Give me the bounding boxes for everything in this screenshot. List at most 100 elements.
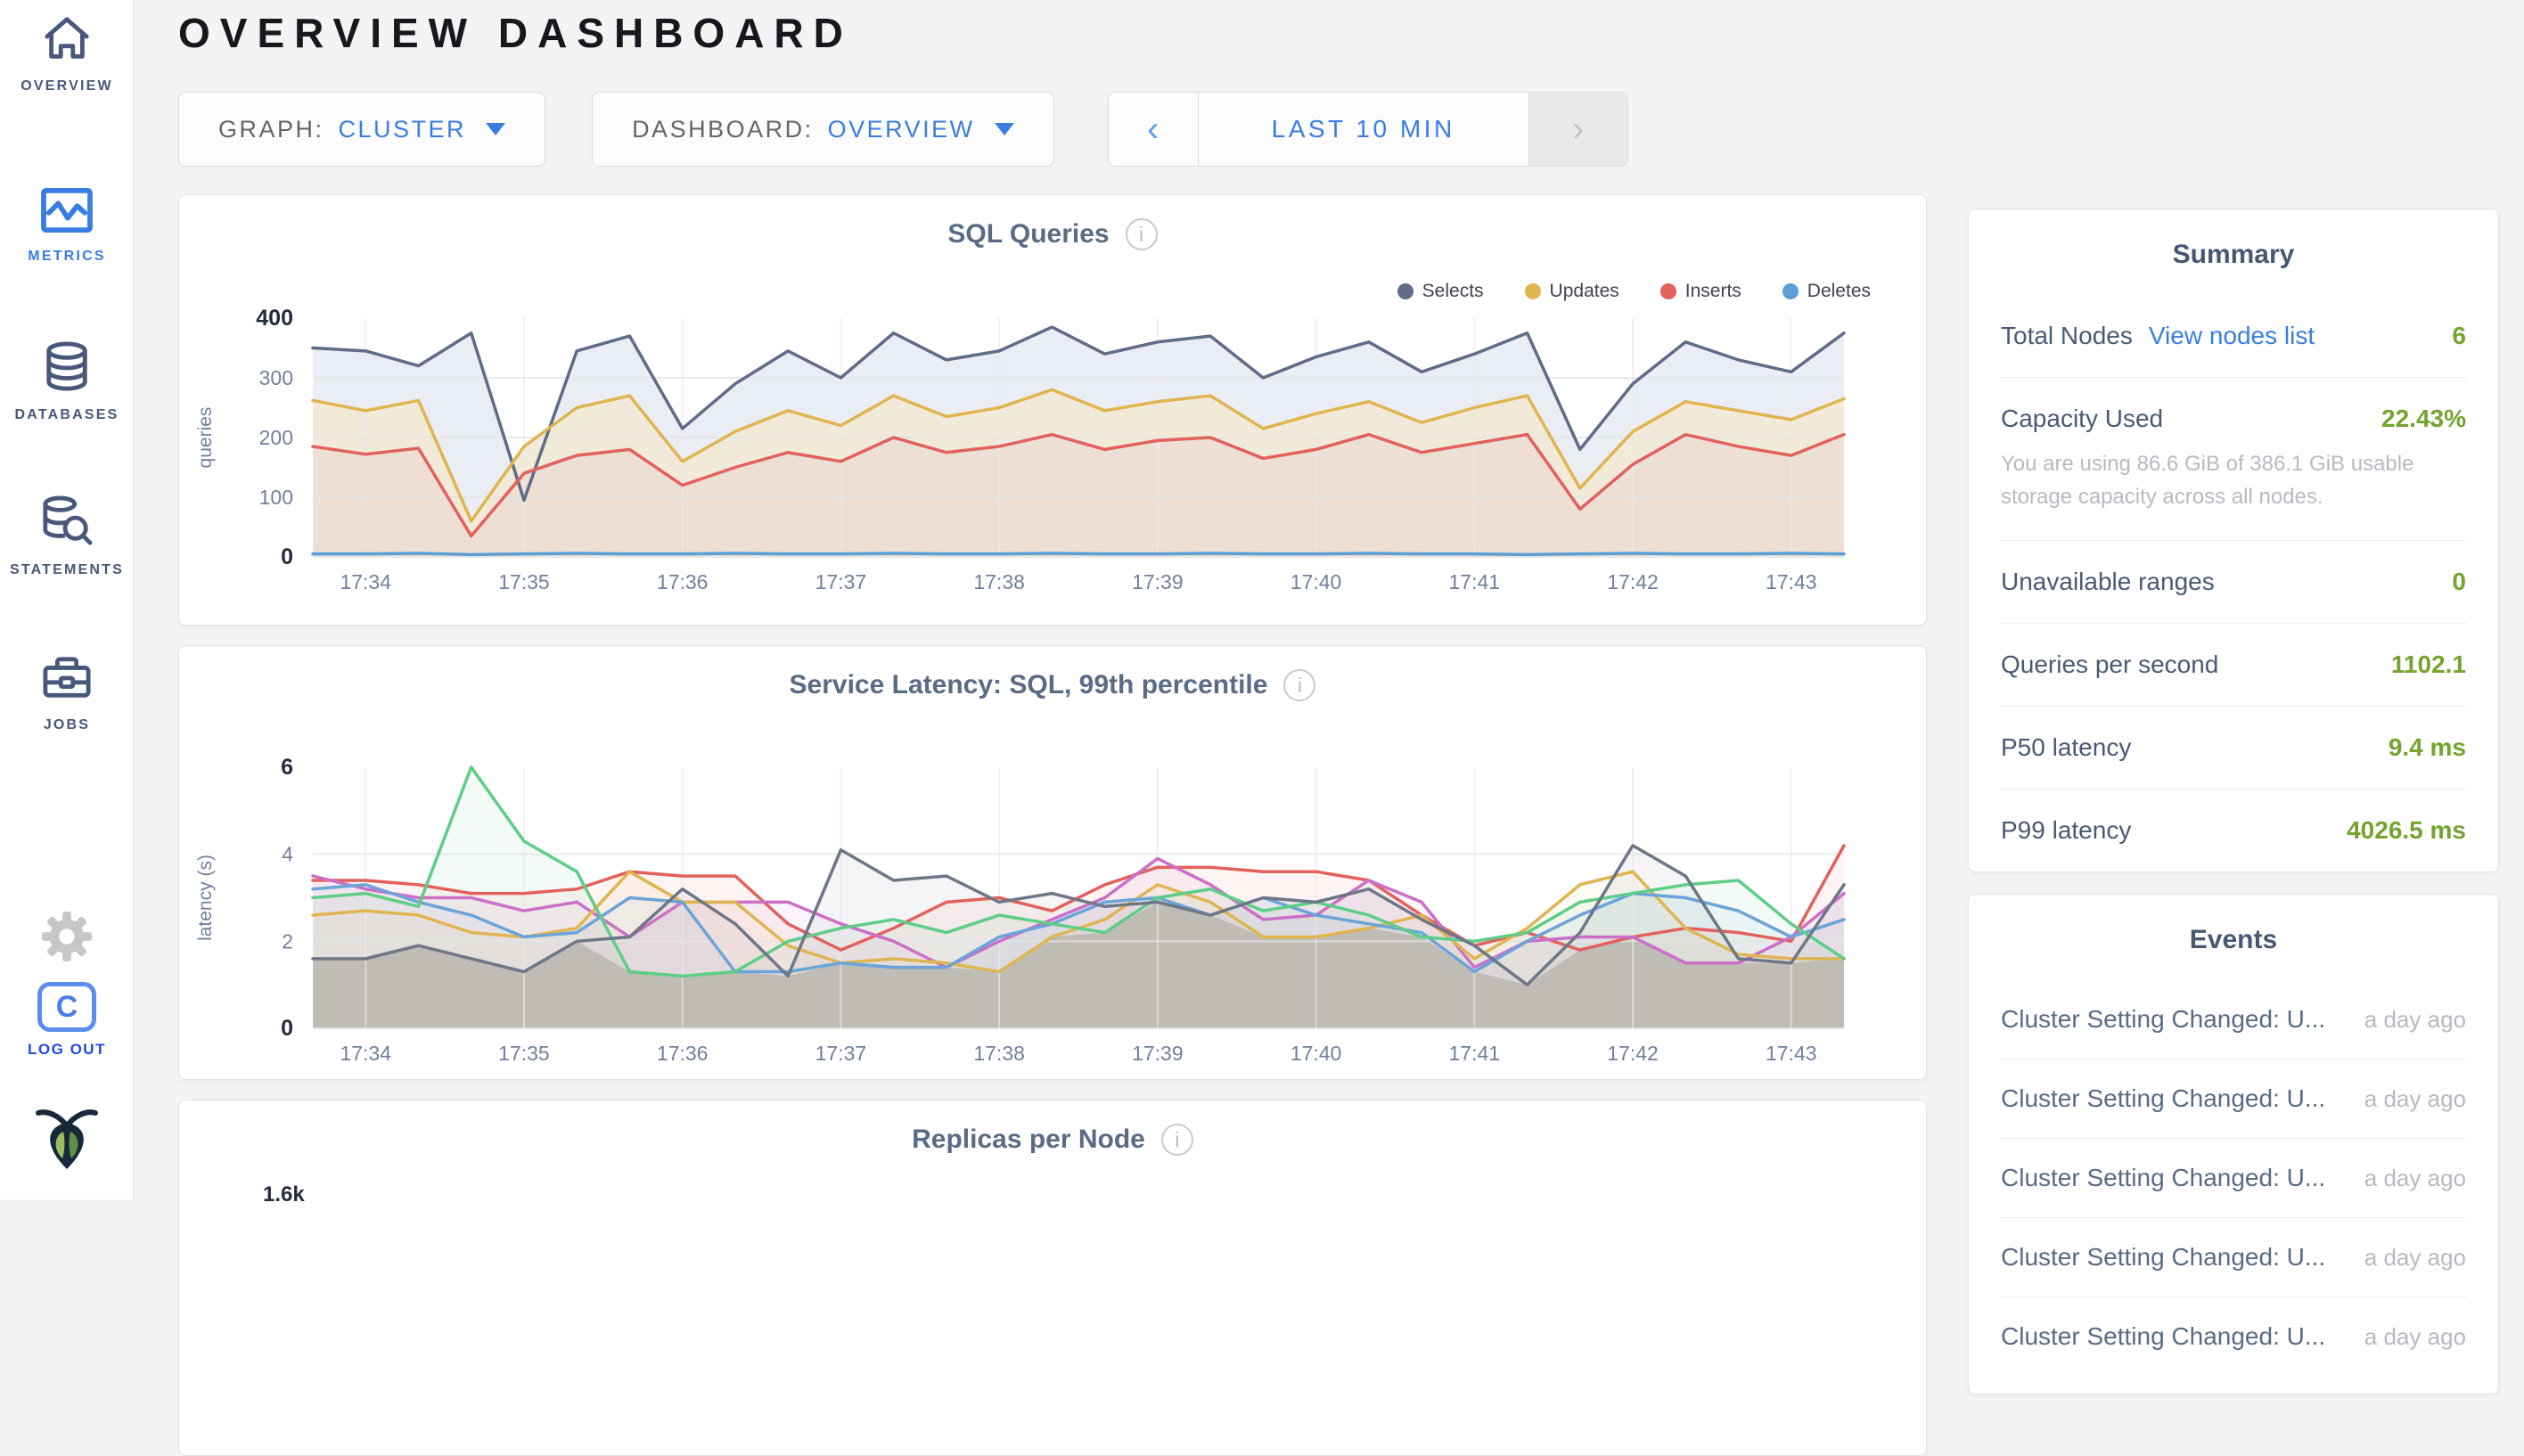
svg-text:17:34: 17:34 — [340, 570, 391, 593]
chevron-right-icon: › — [1572, 110, 1584, 150]
sidebar-item-label: OVERVIEW — [0, 78, 134, 94]
gear-icon — [41, 951, 93, 966]
legend-label: Deletes — [1807, 281, 1871, 302]
summary-title: Summary — [2001, 209, 2466, 295]
summary-row-value: 6 — [2452, 322, 2466, 350]
databases-icon — [43, 340, 91, 397]
event-row: Cluster Setting Changed: U... a day ago — [2001, 1139, 2466, 1218]
legend-dot-icon — [1660, 283, 1676, 299]
svg-text:300: 300 — [259, 366, 293, 389]
charts-column: SQL Queries i Selects Updates Inserts Delet… — [178, 194, 1927, 1456]
summary-row-label: P50 latency — [2001, 733, 2131, 761]
svg-text:17:35: 17:35 — [498, 570, 550, 593]
time-range-prev-button[interactable]: ‹ — [1109, 93, 1198, 166]
sidebar-item-databases[interactable]: DATABASES — [0, 340, 134, 423]
dashboard-dropdown[interactable]: DASHBOARD: OVERVIEW — [592, 92, 1054, 167]
statements-icon — [39, 495, 94, 552]
summary-row-label: Unavailable ranges — [2001, 568, 2215, 595]
svg-text:17:39: 17:39 — [1132, 1042, 1184, 1065]
summary-row-label: P99 latency — [2001, 816, 2131, 844]
sql-queries-card: SQL Queries i Selects Updates Inserts Delet… — [178, 194, 1927, 626]
svg-text:400: 400 — [256, 306, 293, 331]
graph-dropdown-value: CLUSTER — [339, 116, 467, 143]
legend-item[interactable]: Inserts — [1660, 281, 1741, 302]
cockroach-c-icon: C — [37, 982, 96, 1032]
chart-legend: Selects Updates Inserts Deletes — [1397, 281, 1871, 302]
legend-dot-icon — [1525, 283, 1541, 299]
sidebar-item-label: JOBS — [0, 717, 134, 733]
summary-panel: Summary Total NodesView nodes list6Capac… — [1968, 209, 2499, 872]
event-row: Cluster Setting Changed: U...a day ago — [2001, 1059, 2466, 1139]
summary-row-value: 22.43% — [2381, 405, 2466, 433]
graph-dropdown[interactable]: GRAPH: CLUSTER — [178, 92, 545, 167]
chart-title: Replicas per Node — [912, 1125, 1145, 1155]
summary-row: P50 latency 9.4 ms — [2001, 707, 2466, 789]
sidebar-item-statements[interactable]: STATEMENTS — [0, 495, 134, 578]
summary-row: P99 latency 4026.5 ms — [2001, 789, 2466, 871]
sidebar-item-label: METRICS — [0, 249, 134, 265]
svg-text:queries: queries — [195, 407, 216, 469]
dashboard-dropdown-label: DASHBOARD: — [632, 116, 814, 143]
legend-item[interactable]: Updates — [1525, 281, 1619, 302]
logout-label: LOG OUT — [0, 1041, 134, 1059]
dashboard-dropdown-value: OVERVIEW — [828, 116, 975, 143]
legend-item[interactable]: Selects — [1397, 281, 1484, 302]
svg-text:17:43: 17:43 — [1766, 1042, 1817, 1065]
legend-label: Inserts — [1685, 281, 1741, 302]
events-title: Events — [2001, 895, 2466, 980]
summary-row: Total NodesView nodes list6 — [2001, 295, 2466, 378]
sidebar-item-overview[interactable]: OVERVIEW — [0, 13, 134, 94]
view-nodes-list-link[interactable]: View nodes list — [2149, 322, 2315, 349]
legend-dot-icon — [1397, 283, 1414, 299]
service-latency-chart[interactable]: 024617:3417:3517:3617:3717:3817:3917:401… — [179, 732, 1926, 1067]
svg-text:17:39: 17:39 — [1132, 570, 1184, 593]
cockroach-logo[interactable] — [0, 1103, 134, 1177]
svg-text:17:37: 17:37 — [815, 570, 867, 593]
summary-row-label: Capacity Used — [2001, 405, 2163, 432]
chart-title: SQL Queries — [947, 219, 1109, 249]
legend-dot-icon — [1782, 283, 1799, 299]
legend-label: Updates — [1550, 281, 1619, 302]
metrics-icon — [40, 187, 94, 238]
sql-queries-chart[interactable]: 010020030040017:3417:3517:3617:3717:3817… — [179, 258, 1926, 596]
info-icon[interactable]: i — [1161, 1124, 1193, 1156]
chart-title: Service Latency: SQL, 99th percentile — [790, 670, 1268, 700]
svg-text:17:42: 17:42 — [1607, 1042, 1659, 1065]
time-range-value[interactable]: LAST 10 MIN — [1198, 93, 1529, 166]
svg-text:17:43: 17:43 — [1766, 570, 1817, 593]
svg-text:17:36: 17:36 — [657, 1042, 709, 1065]
logout-button[interactable]: C LOG OUT — [0, 982, 134, 1059]
svg-text:17:41: 17:41 — [1449, 570, 1501, 593]
summary-row: Queries per second1102.1 — [2001, 624, 2466, 707]
svg-text:0: 0 — [281, 1016, 293, 1041]
sidebar-item-jobs[interactable]: JOBS — [0, 654, 134, 733]
info-icon[interactable]: i — [1283, 669, 1315, 701]
y-axis-tick: 1.6k — [263, 1182, 305, 1207]
settings-button[interactable] — [0, 911, 134, 967]
sidebar-item-metrics[interactable]: METRICS — [0, 187, 134, 265]
event-text: Cluster Setting Changed: U... — [2001, 1322, 2325, 1351]
event-text: Cluster Setting Changed: U... — [2001, 1084, 2325, 1113]
sidebar-item-label: STATEMENTS — [0, 562, 134, 578]
home-icon — [41, 13, 93, 68]
legend-item[interactable]: Deletes — [1782, 281, 1871, 302]
chevron-down-icon — [486, 123, 505, 135]
right-column: Summary Total NodesView nodes list6Capac… — [1968, 209, 2499, 1395]
svg-text:17:35: 17:35 — [498, 1042, 550, 1065]
summary-row-value: 9.4 ms — [2389, 733, 2466, 762]
summary-row-subtext: You are using 86.6 GiB of 386.1 GiB usab… — [2001, 447, 2466, 540]
event-time: a day ago — [2364, 1165, 2466, 1192]
event-text: Cluster Setting Changed: U... — [2001, 1164, 2325, 1192]
toolbar: GRAPH: CLUSTER DASHBOARD: OVERVIEW ‹ LAS… — [178, 92, 1628, 167]
time-range-next-button[interactable]: › — [1529, 93, 1627, 166]
svg-text:17:38: 17:38 — [973, 570, 1025, 593]
summary-row-value: 4026.5 ms — [2347, 816, 2466, 845]
summary-row-label: Queries per second — [2001, 650, 2218, 678]
svg-text:4: 4 — [282, 843, 293, 866]
jobs-icon — [40, 654, 94, 707]
info-icon[interactable]: i — [1126, 218, 1158, 250]
events-panel: Events Cluster Setting Changed: U... a da… — [1968, 894, 2499, 1395]
event-text: Cluster Setting Changed: U... — [2001, 1005, 2325, 1034]
time-range-selector: ‹ LAST 10 MIN › — [1108, 92, 1628, 167]
event-time: a day ago — [2364, 1323, 2466, 1351]
